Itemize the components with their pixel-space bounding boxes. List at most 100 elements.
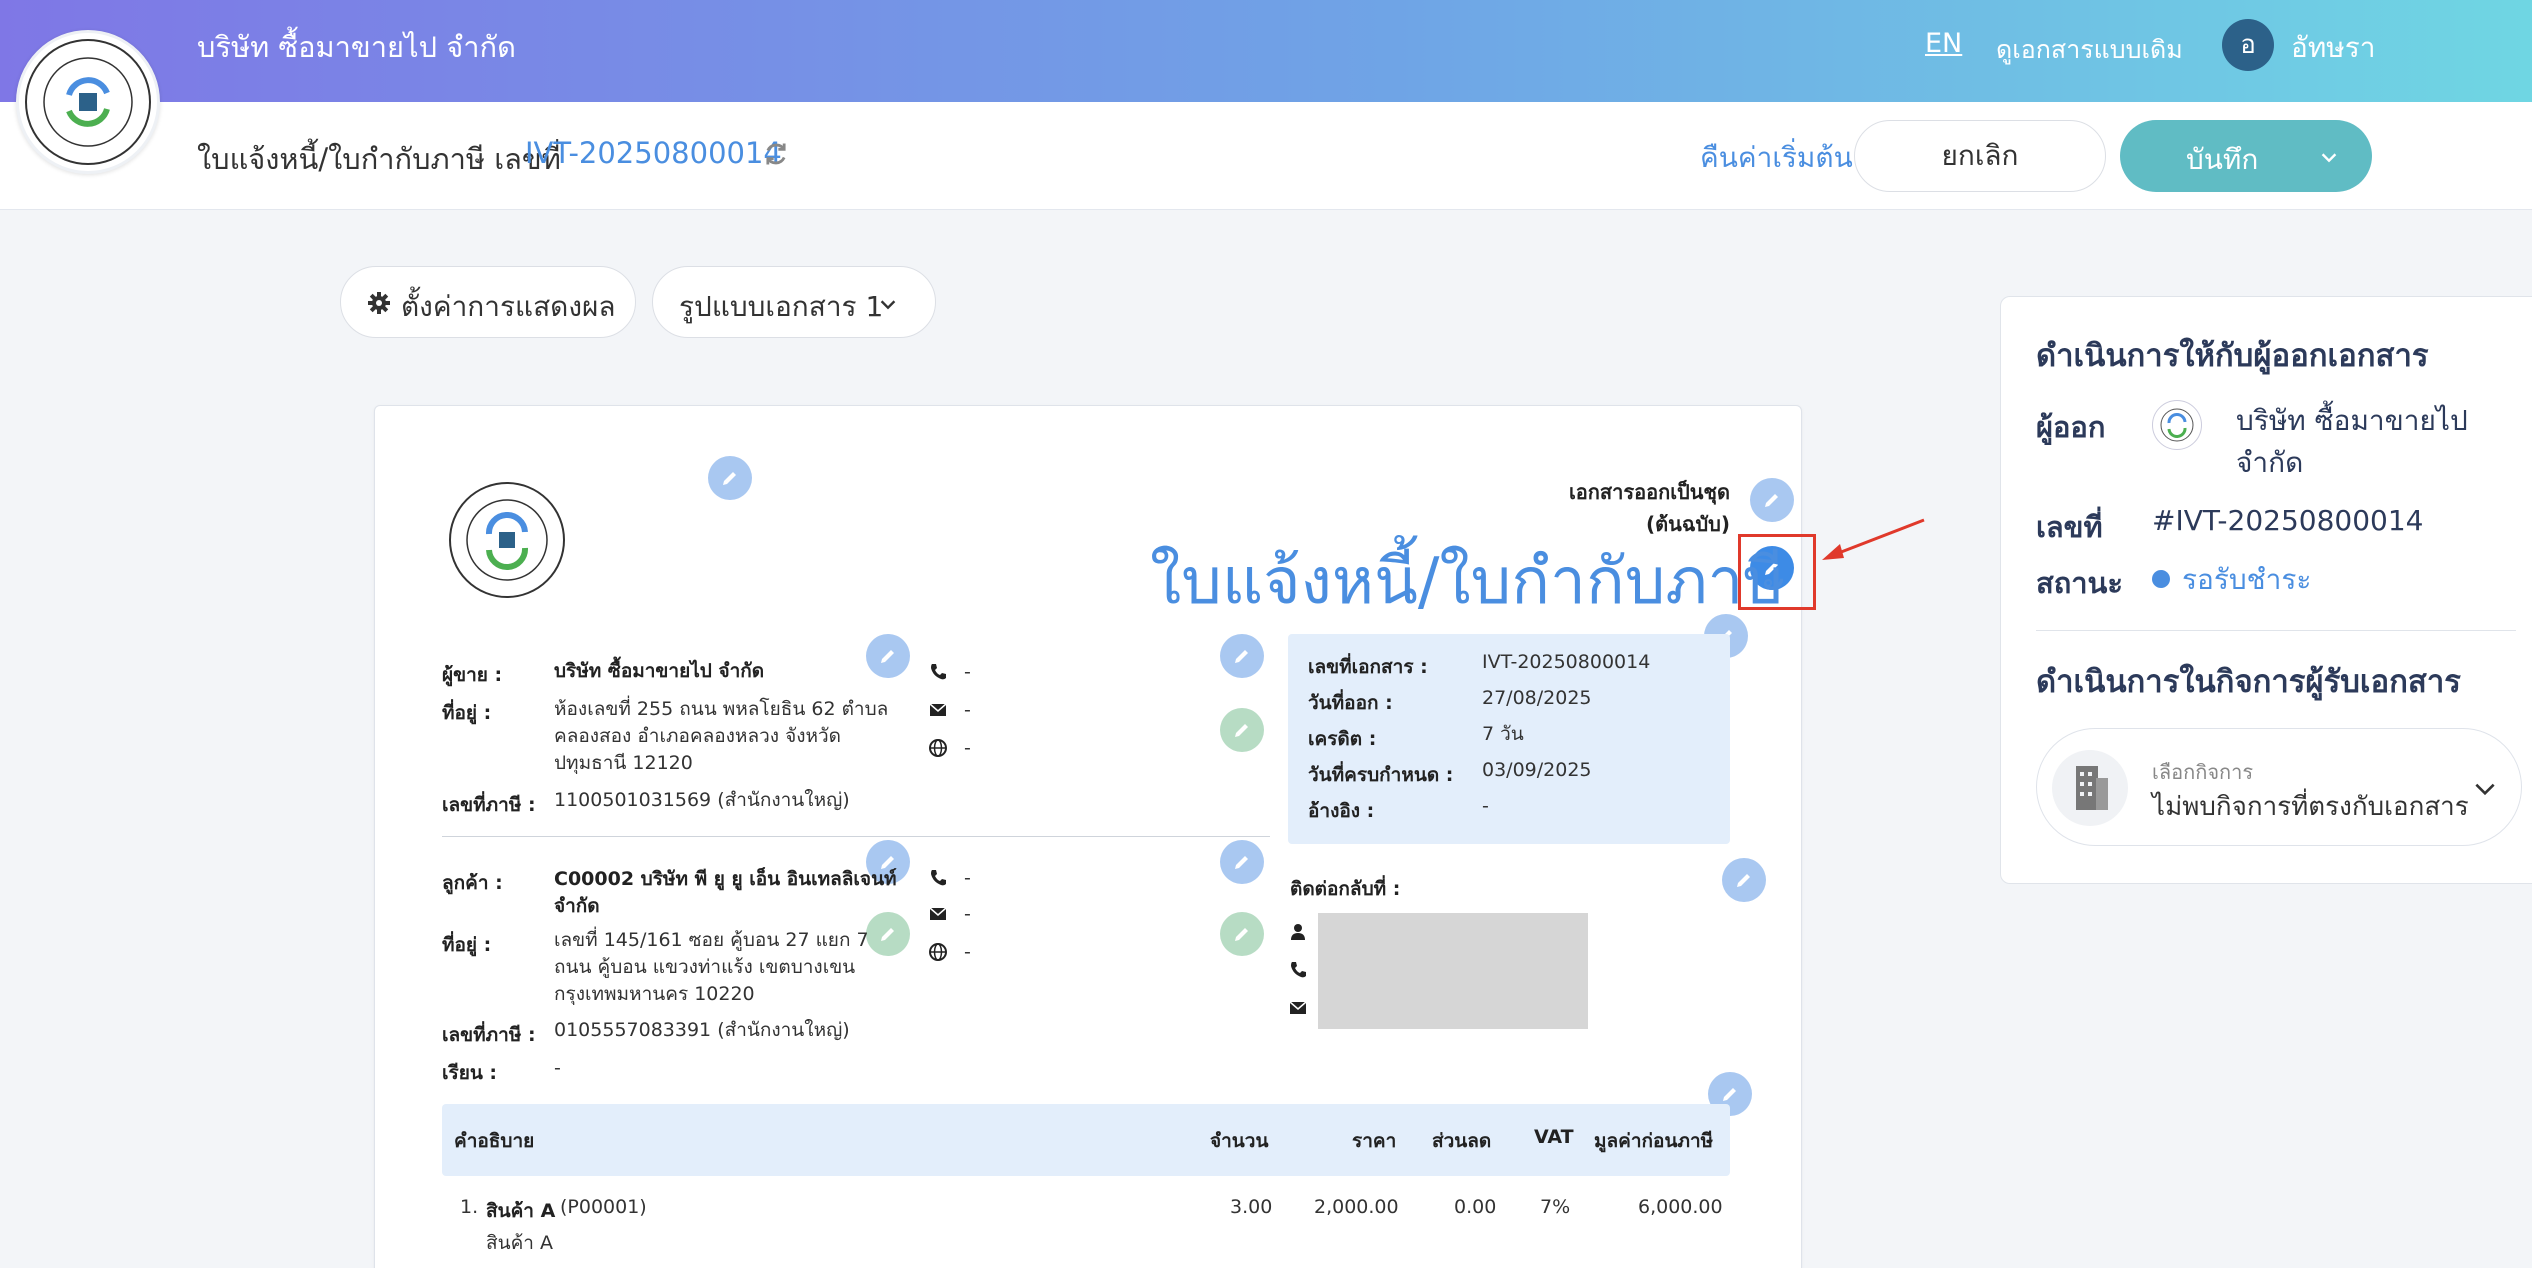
- due-date-value: 03/09/2025: [1482, 759, 1592, 781]
- customer-address-line3: กรุงเทพมหานคร 10220: [554, 983, 755, 1005]
- document-format-select[interactable]: รูปแบบเอกสาร 1: [652, 266, 936, 338]
- display-settings-button[interactable]: ตั้งค่าการแสดงผล: [340, 266, 636, 338]
- chevron-down-icon[interactable]: [2472, 776, 2498, 802]
- issuer-section-heading: ดำเนินการให้กับผู้ออกเอกสาร: [2036, 338, 2429, 374]
- reset-default-link[interactable]: คืนค่าเริ่มต้น: [1700, 136, 1853, 180]
- edit-customer-contact-extra-button[interactable]: [1220, 912, 1264, 956]
- phone-icon: [931, 870, 946, 886]
- document-type-title: ใบแจ้งหนี้/ใบกำกับภาษี เลขที่: [197, 142, 561, 176]
- old-document-link[interactable]: ดูเอกสารแบบเดิม: [1996, 30, 2183, 70]
- edit-contact-back-button[interactable]: [1722, 858, 1766, 902]
- business-select-value: ไม่พบกิจการที่ตรงกับเอกสาร: [2152, 792, 2469, 822]
- gear-icon: [368, 292, 390, 314]
- display-settings-label: ตั้งค่าการแสดงผล: [401, 290, 616, 323]
- save-button-label: บันทึก: [2186, 143, 2259, 176]
- save-button[interactable]: บันทึก: [2120, 120, 2372, 192]
- row-amount: 6,000.00: [1638, 1196, 1723, 1218]
- customer-name-line2: จำกัด: [554, 895, 600, 917]
- pencil-icon: [1737, 874, 1750, 887]
- cancel-button[interactable]: ยกเลิก: [1854, 120, 2106, 192]
- panel-divider: [2036, 630, 2516, 631]
- user-name[interactable]: อัทษรา: [2291, 26, 2376, 70]
- customer-name-line1: C00002 บริษัท พี ยู ยู เอ็น อินเทลลิเจนท…: [554, 868, 897, 890]
- customer-website: -: [964, 941, 971, 963]
- edit-seller-button[interactable]: [866, 634, 910, 678]
- panel-document-number: #IVT-20250800014: [2152, 504, 2424, 537]
- edit-customer-extra-button[interactable]: [866, 912, 910, 956]
- customer-address-line1: เลขที่ 145/161 ซอย คู้บอน 27 แยก 7: [554, 929, 869, 951]
- document-title: ใบแจ้งหนี้/ใบกำกับภาษี: [1150, 545, 1786, 619]
- company-name: บริษัท ซื้อมาขายไป จำกัด: [197, 30, 516, 64]
- customer-tax-label: เลขที่ภาษี :: [442, 1024, 536, 1046]
- edit-seller-contact-button[interactable]: [1220, 634, 1264, 678]
- company-logo[interactable]: [16, 30, 160, 174]
- customer-tax-id: 0105557083391 (สำนักงานใหญ่): [554, 1019, 850, 1041]
- phone-icon: [1291, 962, 1306, 978]
- section-divider: [442, 836, 1270, 837]
- edit-seller-extra-button[interactable]: [1220, 708, 1264, 752]
- row-item-code: (P00001): [560, 1196, 647, 1218]
- seller-address-line1: ห้องเลขที่ 255 ถนน พหลโยธิน 62 ตำบล: [554, 698, 889, 720]
- pencil-icon: [1765, 494, 1778, 507]
- row-price: 2,000.00: [1314, 1196, 1399, 1218]
- business-select-label: เลือกกิจการ: [2152, 760, 2254, 784]
- annotation-arrow: [1822, 518, 1925, 560]
- phone-icon: [931, 664, 946, 680]
- pencil-icon: [1235, 928, 1248, 941]
- customer-attn-label: เรียน :: [442, 1062, 498, 1084]
- number-label: เลขที่: [2036, 510, 2103, 544]
- customer-phone: -: [964, 867, 971, 889]
- customer-label: ลูกค้า :: [442, 872, 503, 894]
- col-amount: มูลค่าก่อนภาษี: [1594, 1130, 1714, 1152]
- issuer-label: ผู้ออก: [2036, 410, 2106, 444]
- refresh-icon[interactable]: [762, 140, 790, 168]
- issue-date-label: วันที่ออก :: [1308, 692, 1393, 714]
- pencil-icon: [881, 650, 894, 663]
- status-label: สถานะ: [2036, 566, 2123, 600]
- col-price: ราคา: [1352, 1130, 1397, 1152]
- document-logo: [445, 478, 569, 602]
- email-icon: [1289, 1001, 1307, 1014]
- seller-email: -: [964, 699, 971, 721]
- col-quantity: จำนวน: [1210, 1130, 1269, 1152]
- row-quantity: 3.00: [1230, 1196, 1273, 1218]
- pencil-icon: [881, 928, 894, 941]
- doc-no-value: IVT-20250800014: [1482, 651, 1651, 673]
- email-icon: [929, 907, 947, 920]
- document-number: IVT-20250800014: [525, 136, 782, 170]
- customer-address-line2: ถนน คู้บอน แขวงท่าแร้ง เขตบางเขน: [554, 956, 856, 978]
- building-icon: [2052, 750, 2128, 826]
- seller-phone: -: [964, 661, 971, 683]
- recipient-section-heading: ดำเนินการในกิจการผู้รับเอกสาร: [2036, 664, 2461, 700]
- due-date-label: วันที่ครบกำหนด :: [1308, 764, 1454, 786]
- chevron-down-icon: [880, 300, 896, 310]
- pencil-icon: [1235, 724, 1248, 737]
- seller-name: บริษัท ซื้อมาขายไป จำกัด: [554, 660, 765, 682]
- row-item-subtitle: สินค้า A: [486, 1232, 554, 1254]
- seller-address-label: ที่อยู่ :: [442, 702, 492, 724]
- reference-label: อ้างอิง :: [1308, 800, 1375, 822]
- issuer-name-line1: บริษัท ซื้อมาขายไป: [2236, 404, 2468, 437]
- chevron-down-icon[interactable]: [2318, 146, 2340, 168]
- doc-no-label: เลขที่เอกสาร :: [1308, 656, 1428, 678]
- contact-back-label: ติดต่อกลับที่ :: [1290, 878, 1401, 900]
- document-format-label: รูปแบบเอกสาร 1: [679, 290, 884, 323]
- customer-attn: -: [554, 1057, 561, 1079]
- col-description: คำอธิบาย: [454, 1130, 535, 1152]
- issue-date-value: 27/08/2025: [1482, 687, 1592, 709]
- edit-set-note-button[interactable]: [1750, 478, 1794, 522]
- row-number: 1.: [460, 1196, 479, 1218]
- edit-logo-button[interactable]: [708, 456, 752, 500]
- col-vat: VAT: [1534, 1126, 1574, 1148]
- set-note-line1: เอกสารออกเป็นชุด: [1568, 480, 1730, 504]
- credit-label: เครดิต :: [1308, 728, 1377, 750]
- pencil-icon: [723, 472, 736, 485]
- edit-customer-contact-button[interactable]: [1220, 840, 1264, 884]
- customer-address-label: ที่อยู่ :: [442, 934, 492, 956]
- user-avatar[interactable]: อ: [2222, 19, 2274, 71]
- seller-label: ผู้ขาย :: [442, 664, 503, 686]
- col-discount: ส่วนลด: [1432, 1130, 1492, 1152]
- language-toggle[interactable]: EN: [1925, 28, 1962, 59]
- row-vat: 7%: [1540, 1196, 1571, 1218]
- credit-value: 7 วัน: [1482, 723, 1524, 745]
